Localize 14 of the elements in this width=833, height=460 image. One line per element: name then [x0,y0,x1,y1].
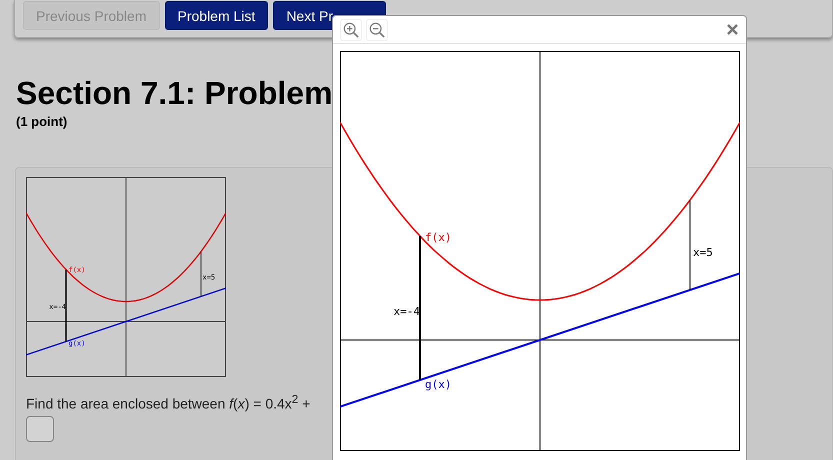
point-value: (1 point) [16,114,68,129]
zoom-in-button[interactable] [340,18,362,40]
close-icon[interactable] [727,24,738,35]
answer-field[interactable] [26,416,54,442]
zoom-in-icon [343,20,359,38]
nav-button[interactable]: Problem List [164,1,268,30]
graph-label: g(x) [425,378,452,391]
problem-heading: Section 7.1: Problem [16,76,334,110]
question-text: Find the area enclosed between f(x) = 0.4x$^{2}$ + [26,393,312,412]
graph-label: f(x) [425,231,452,244]
zoom-out-button[interactable] [366,18,388,40]
graph-label: x=5 [693,246,713,259]
graph-label: x=-4 [394,305,420,318]
zoom-out-icon [369,20,385,38]
